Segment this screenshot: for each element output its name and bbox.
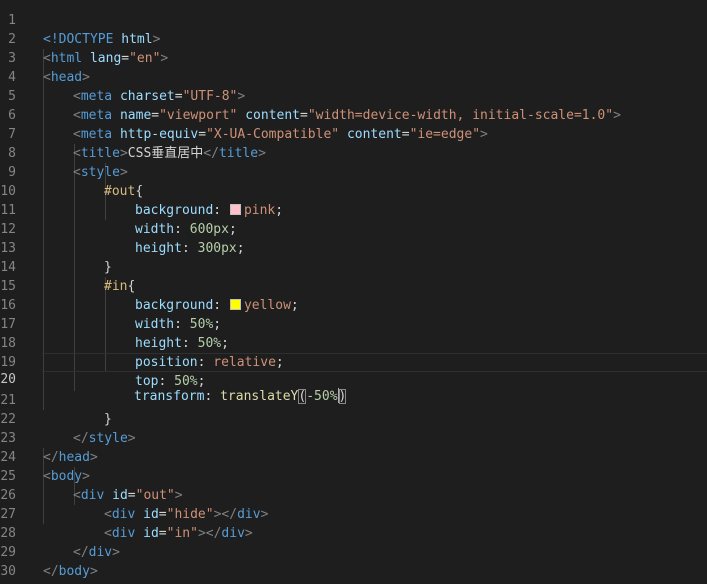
tag-name: body — [58, 564, 90, 579]
code-line-6[interactable]: 6 <meta http-equiv="X-UA-Compatible" con… — [0, 87, 707, 142]
code-line-20-current[interactable]: 20 transform: translateY(-50%) — [0, 353, 707, 404]
code-line-22[interactable]: 22 </style> — [0, 391, 707, 446]
code-line-17[interactable]: 17 height: 50%; — [0, 296, 707, 351]
code-line-29[interactable]: 29 </body> — [0, 524, 707, 579]
code-line-21[interactable]: 21 } — [0, 372, 707, 427]
code-line-7[interactable]: 7 <title>CSS垂直居中</title> — [0, 106, 707, 161]
code-line-11[interactable]: 11 width: 600px; — [0, 182, 707, 237]
code-line-12[interactable]: 12 height: 300px; — [0, 201, 707, 256]
code-line-10[interactable]: 10 background: pink; — [0, 163, 707, 218]
code-line-27[interactable]: 27 <div id="in"></div> — [0, 486, 707, 541]
tag-bracket: </ — [43, 564, 59, 579]
code-line-2[interactable]: 2 <html lang="en"> — [0, 11, 707, 66]
code-line-28[interactable]: 28 </div> — [0, 505, 707, 560]
code-line-1[interactable]: 1 <!DOCTYPE html> — [0, 0, 707, 47]
code-line-19[interactable]: 19 top: 50%; — [0, 334, 707, 389]
code-line-30[interactable]: 30 </html> — [0, 543, 707, 584]
code-line-26[interactable]: 26 <div id="hide"></div> — [0, 467, 707, 522]
code-line-24[interactable]: 24 <body> — [0, 429, 707, 484]
code-line-25[interactable]: 25 <div id="out"> — [0, 448, 707, 503]
code-line-8[interactable]: 8 <style> — [0, 125, 707, 180]
code-line-9[interactable]: 9 #out{ — [0, 144, 707, 199]
code-line-23[interactable]: 23 </head> — [0, 410, 707, 465]
code-line-13[interactable]: 13 } — [0, 220, 707, 275]
code-line-15[interactable]: 15 background: yellow; — [0, 258, 707, 313]
tag-bracket: > — [89, 564, 98, 579]
code-editor[interactable]: 1 <!DOCTYPE html> 2 <html lang="en"> 3 <… — [0, 0, 707, 584]
line-number: 19 — [0, 355, 16, 370]
code-line-14[interactable]: 14 #in{ — [0, 239, 707, 294]
code-line-16[interactable]: 16 width: 50%; — [0, 277, 707, 332]
line-number: 30 — [0, 564, 16, 579]
code-line-3[interactable]: 3 <head> — [0, 30, 707, 85]
code-line-4[interactable]: 4 <meta charset="UTF-8"> — [0, 49, 707, 104]
code-line-18[interactable]: 18 position: relative; — [0, 315, 707, 370]
code-line-5[interactable]: 5 <meta name="viewport" content="width=d… — [0, 68, 707, 123]
